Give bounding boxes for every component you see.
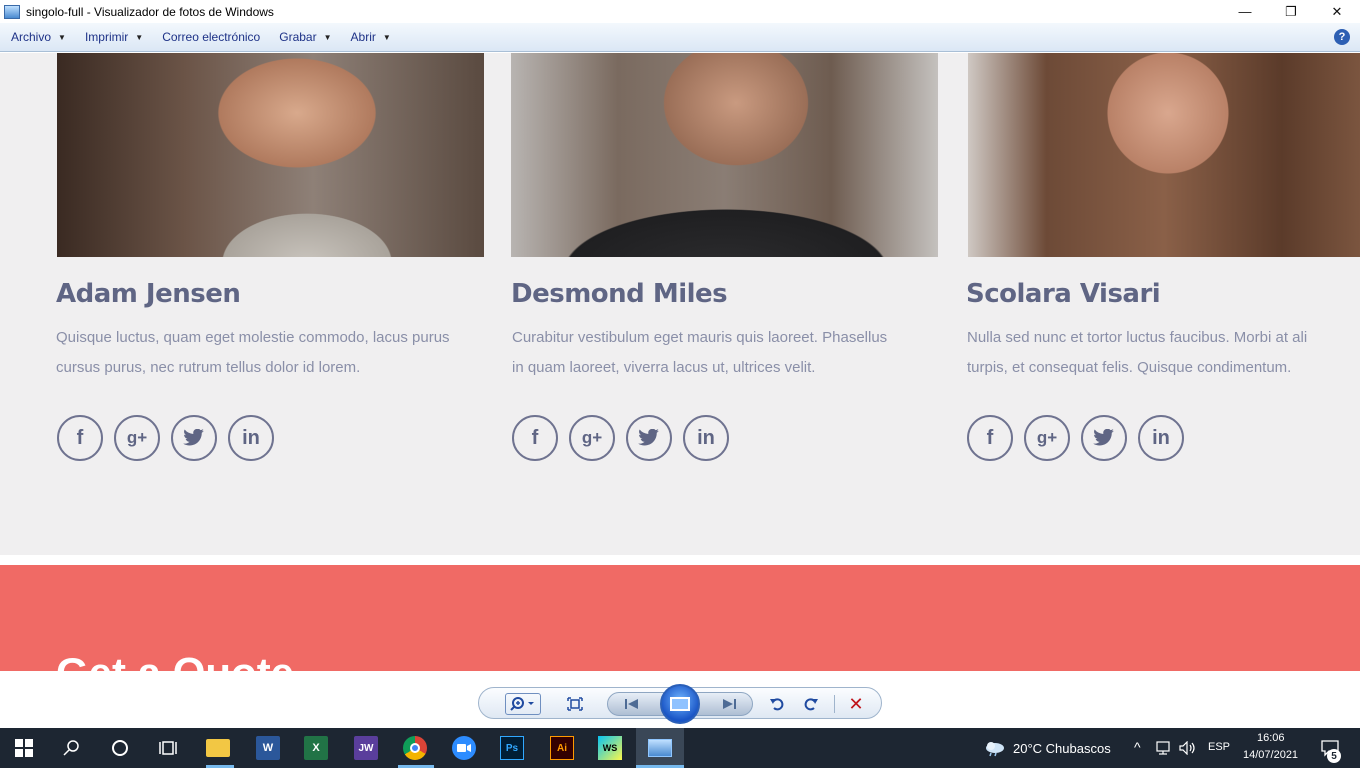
cortana-icon[interactable] <box>108 736 132 760</box>
zoom-app-icon[interactable] <box>452 736 476 760</box>
weather-text[interactable]: 20°C Chubascos <box>1013 741 1111 756</box>
chrome-center <box>410 743 420 753</box>
search-icon[interactable] <box>60 736 84 760</box>
google-plus-icon: g+ <box>569 415 615 461</box>
taskbar: W X JW Ps Ai WS 20°C Chubascos ^ ESP 16:… <box>0 728 1360 768</box>
section-divider <box>0 555 1360 565</box>
weather-icon[interactable] <box>983 736 1007 760</box>
member-name: Scolara Visari <box>966 279 1161 309</box>
network-icon[interactable] <box>1155 736 1175 760</box>
close-button[interactable]: ✕ <box>1314 0 1360 23</box>
desc-line: cursus purus, nec rutrum tellus dolor id… <box>56 359 361 376</box>
control-bar: ✕ <box>478 684 882 724</box>
slideshow-icon <box>670 697 690 711</box>
menu-label: Archivo <box>11 30 52 44</box>
volume-icon[interactable] <box>1178 736 1198 760</box>
menu-abrir[interactable]: Abrir ▼ <box>351 30 391 44</box>
desc-line: Nulla sed nunc et tortor luctus faucibus… <box>967 329 1308 346</box>
menu-archivo[interactable]: Archivo ▼ <box>11 30 66 44</box>
linkedin-icon: in <box>683 415 729 461</box>
language-indicator[interactable]: ESP <box>1208 741 1230 753</box>
desc-line: Curabitur vestibulum eget mauris quis la… <box>512 329 888 346</box>
dropdown-arrow-icon: ▼ <box>382 32 391 42</box>
minimize-button[interactable]: — <box>1222 0 1268 23</box>
menu-label: Abrir <box>350 30 376 44</box>
menu-label: Imprimir <box>84 30 129 44</box>
webstorm-icon[interactable]: WS <box>598 736 622 760</box>
quote-heading: Get a Quote <box>56 649 294 671</box>
photoshop-icon[interactable]: Ps <box>500 736 524 760</box>
social-links: f g+ in <box>967 415 1195 461</box>
twitter-icon <box>1081 415 1127 461</box>
facebook-icon: f <box>57 415 103 461</box>
menu-label: Correo electrónico <box>162 30 261 44</box>
dropdown-arrow-icon: ▼ <box>135 32 144 42</box>
delete-icon[interactable]: ✕ <box>846 694 866 714</box>
zoom-icon[interactable] <box>505 693 541 715</box>
menu-grabar[interactable]: Grabar ▼ <box>279 30 331 44</box>
word-icon[interactable]: W <box>256 736 280 760</box>
facebook-icon: f <box>967 415 1013 461</box>
help-icon[interactable]: ? <box>1334 29 1350 45</box>
linkedin-icon: in <box>1138 415 1184 461</box>
illustrator-icon[interactable]: Ai <box>550 736 574 760</box>
menu-label: Grabar <box>279 30 317 44</box>
slideshow-button[interactable] <box>660 684 700 724</box>
desc-line: in quam laoreet, viverra lacus ut, ultri… <box>512 359 816 376</box>
actual-size-icon[interactable] <box>565 694 585 714</box>
menu-imprimir[interactable]: Imprimir ▼ <box>85 30 143 44</box>
image-canvas: Adam Jensen Desmond Miles Scolara Visari… <box>0 53 1360 671</box>
clock-date[interactable]: 14/07/2021 <box>1243 749 1298 761</box>
show-hidden-icons-icon[interactable]: ^ <box>1134 739 1141 755</box>
photo-viewer-taskbar-icon[interactable] <box>648 739 672 757</box>
notification-count-badge: 5 <box>1327 749 1341 763</box>
member-description: Quisque luctus, quam eget molestie commo… <box>56 323 496 383</box>
social-links: f g+ in <box>512 415 740 461</box>
dropdown-arrow-icon: ▼ <box>323 32 332 42</box>
quote-section: Get a Quote <box>0 565 1360 671</box>
rotate-left-icon[interactable] <box>767 694 787 714</box>
member-photo <box>57 53 484 257</box>
next-icon[interactable] <box>719 694 739 714</box>
linkedin-icon: in <box>228 415 274 461</box>
clock-time[interactable]: 16:06 <box>1257 732 1285 744</box>
menu-bar: Archivo ▼ Imprimir ▼ Correo electrónico Gr… <box>0 23 1360 52</box>
facebook-icon: f <box>512 415 558 461</box>
member-description: Nulla sed nunc et tortor luctus faucibus… <box>967 323 1360 383</box>
windows-start-icon[interactable] <box>12 736 36 760</box>
member-photo <box>511 53 938 257</box>
member-name: Adam Jensen <box>56 279 241 309</box>
jw-icon[interactable]: JW <box>354 736 378 760</box>
google-plus-icon: g+ <box>114 415 160 461</box>
member-name: Desmond Miles <box>511 279 728 309</box>
google-plus-icon: g+ <box>1024 415 1070 461</box>
twitter-icon <box>171 415 217 461</box>
title-bar: singolo-full - Visualizador de fotos de … <box>0 0 1360 23</box>
photo-viewer-icon <box>4 4 20 19</box>
member-description: Curabitur vestibulum eget mauris quis la… <box>512 323 952 383</box>
task-view-icon[interactable] <box>156 736 180 760</box>
viewer-controls: ✕ <box>0 671 1360 728</box>
menu-correo[interactable]: Correo electrónico <box>162 30 260 44</box>
toolbar-separator <box>834 695 835 713</box>
twitter-icon <box>626 415 672 461</box>
rotate-right-icon[interactable] <box>801 694 821 714</box>
desc-line: Quisque luctus, quam eget molestie commo… <box>56 329 450 346</box>
window-title: singolo-full - Visualizador de fotos de … <box>26 4 274 19</box>
previous-icon[interactable] <box>622 694 642 714</box>
member-photo <box>968 53 1360 257</box>
dropdown-arrow-icon: ▼ <box>58 32 66 42</box>
social-links: f g+ in <box>57 415 285 461</box>
file-explorer-icon[interactable] <box>206 739 230 757</box>
excel-icon[interactable]: X <box>304 736 328 760</box>
maximize-button[interactable]: ❐ <box>1268 0 1314 23</box>
chrome-icon[interactable] <box>403 736 427 760</box>
desc-line: turpis, et consequat felis. Quisque cond… <box>967 359 1292 376</box>
